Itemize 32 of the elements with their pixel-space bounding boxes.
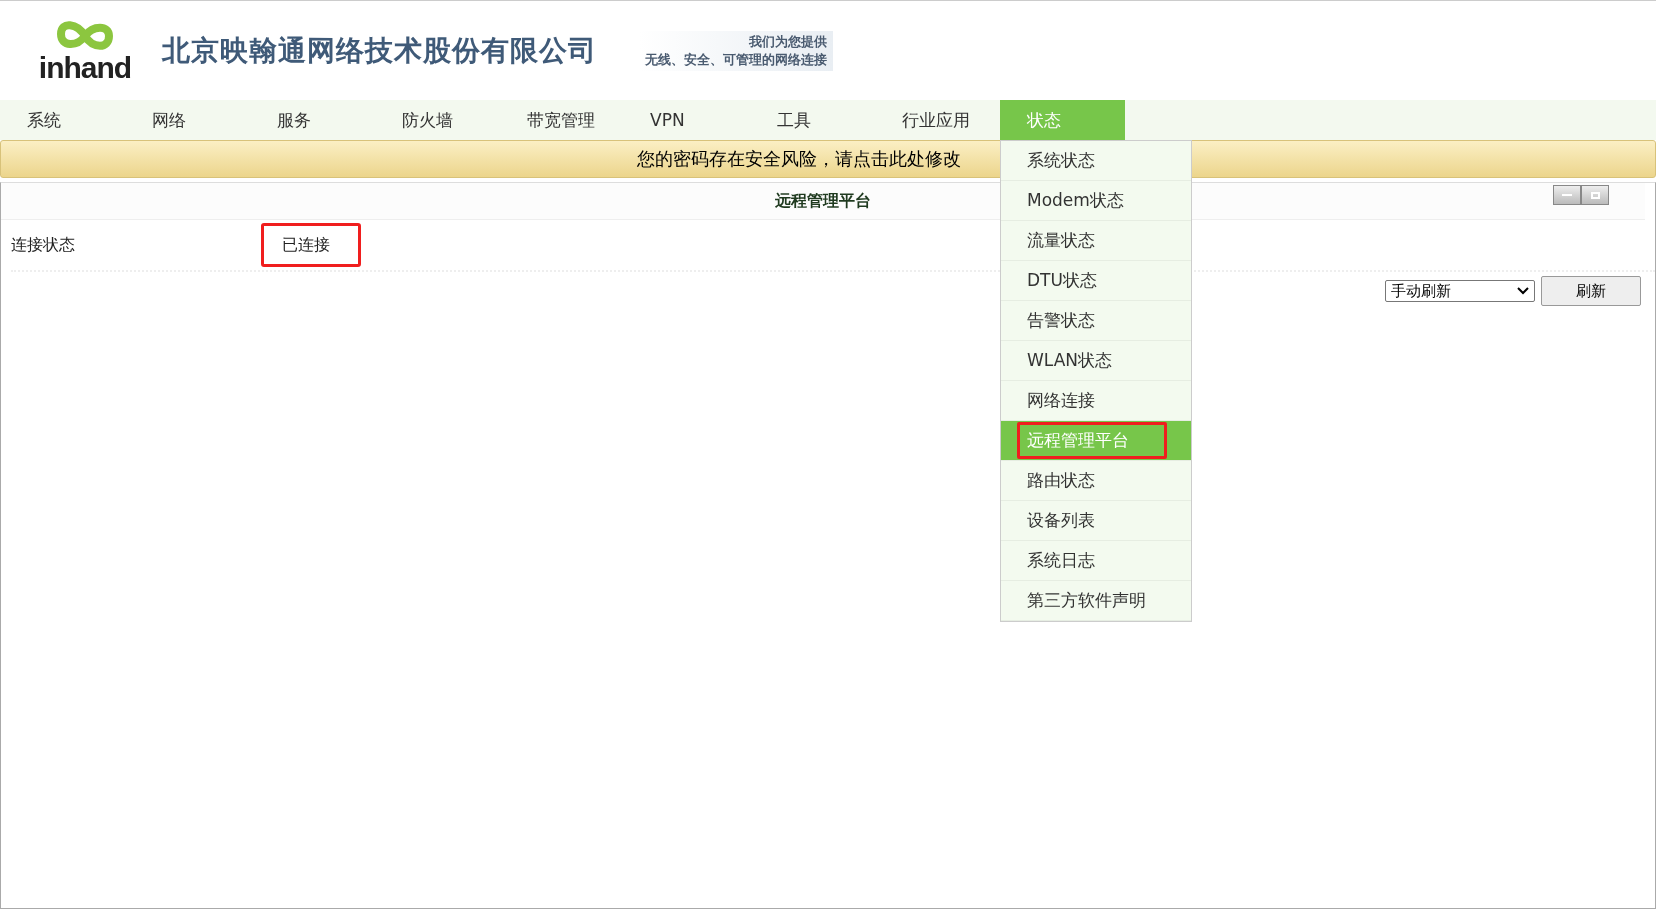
menu-item[interactable]: Modem状态 [1001, 181, 1191, 221]
refresh-mode-dropdown[interactable]: 手动刷新 [1385, 280, 1535, 302]
logo-text: inhand [38, 52, 132, 83]
menu-item[interactable]: 系统状态 [1001, 141, 1191, 181]
maximize-button[interactable] [1581, 185, 1609, 205]
field-label: 连接状态 [11, 234, 76, 256]
menu-item[interactable]: 第三方软件声明 [1001, 581, 1191, 621]
company-name: 北京映翰通网络技术股份有限公司 [162, 32, 597, 69]
nav-tab[interactable]: 防火墙 [375, 100, 500, 140]
menu-item[interactable]: 路由状态 [1001, 461, 1191, 501]
menu-item[interactable]: DTU状态 [1001, 261, 1191, 301]
menu-item[interactable]: 告警状态 [1001, 301, 1191, 341]
nav-tab[interactable]: 服务 [250, 100, 375, 140]
nav-tab[interactable]: 带宽管理 [500, 100, 625, 140]
menu-item[interactable]: 系统日志 [1001, 541, 1191, 581]
infinity-logo-icon [55, 18, 115, 53]
warning-link[interactable]: 您的密码存在安全风险，请点击此处修改 [637, 147, 961, 171]
panel-title: 远程管理平台 [775, 190, 871, 212]
nav-tab[interactable]: VPN [625, 100, 750, 140]
chevron-down-icon [1517, 287, 1529, 295]
nav-tab[interactable]: 行业应用 [875, 100, 1000, 140]
slogan-text: 我们为您提供 [749, 32, 827, 51]
nav-tab[interactable]: 系统 [0, 100, 125, 140]
nav-tab[interactable]: 网络 [125, 100, 250, 140]
menu-item[interactable]: 设备列表 [1001, 501, 1191, 541]
minimize-button[interactable] [1553, 185, 1581, 205]
slogan-text: 无线、安全、可管理的网络连接 [645, 50, 827, 69]
menu-item[interactable]: WLAN状态 [1001, 341, 1191, 381]
menu-item[interactable]: 流量状态 [1001, 221, 1191, 261]
refresh-button[interactable]: 刷新 [1541, 276, 1641, 306]
nav-tab[interactable]: 工具 [750, 100, 875, 140]
field-value: 已连接 [282, 234, 330, 256]
